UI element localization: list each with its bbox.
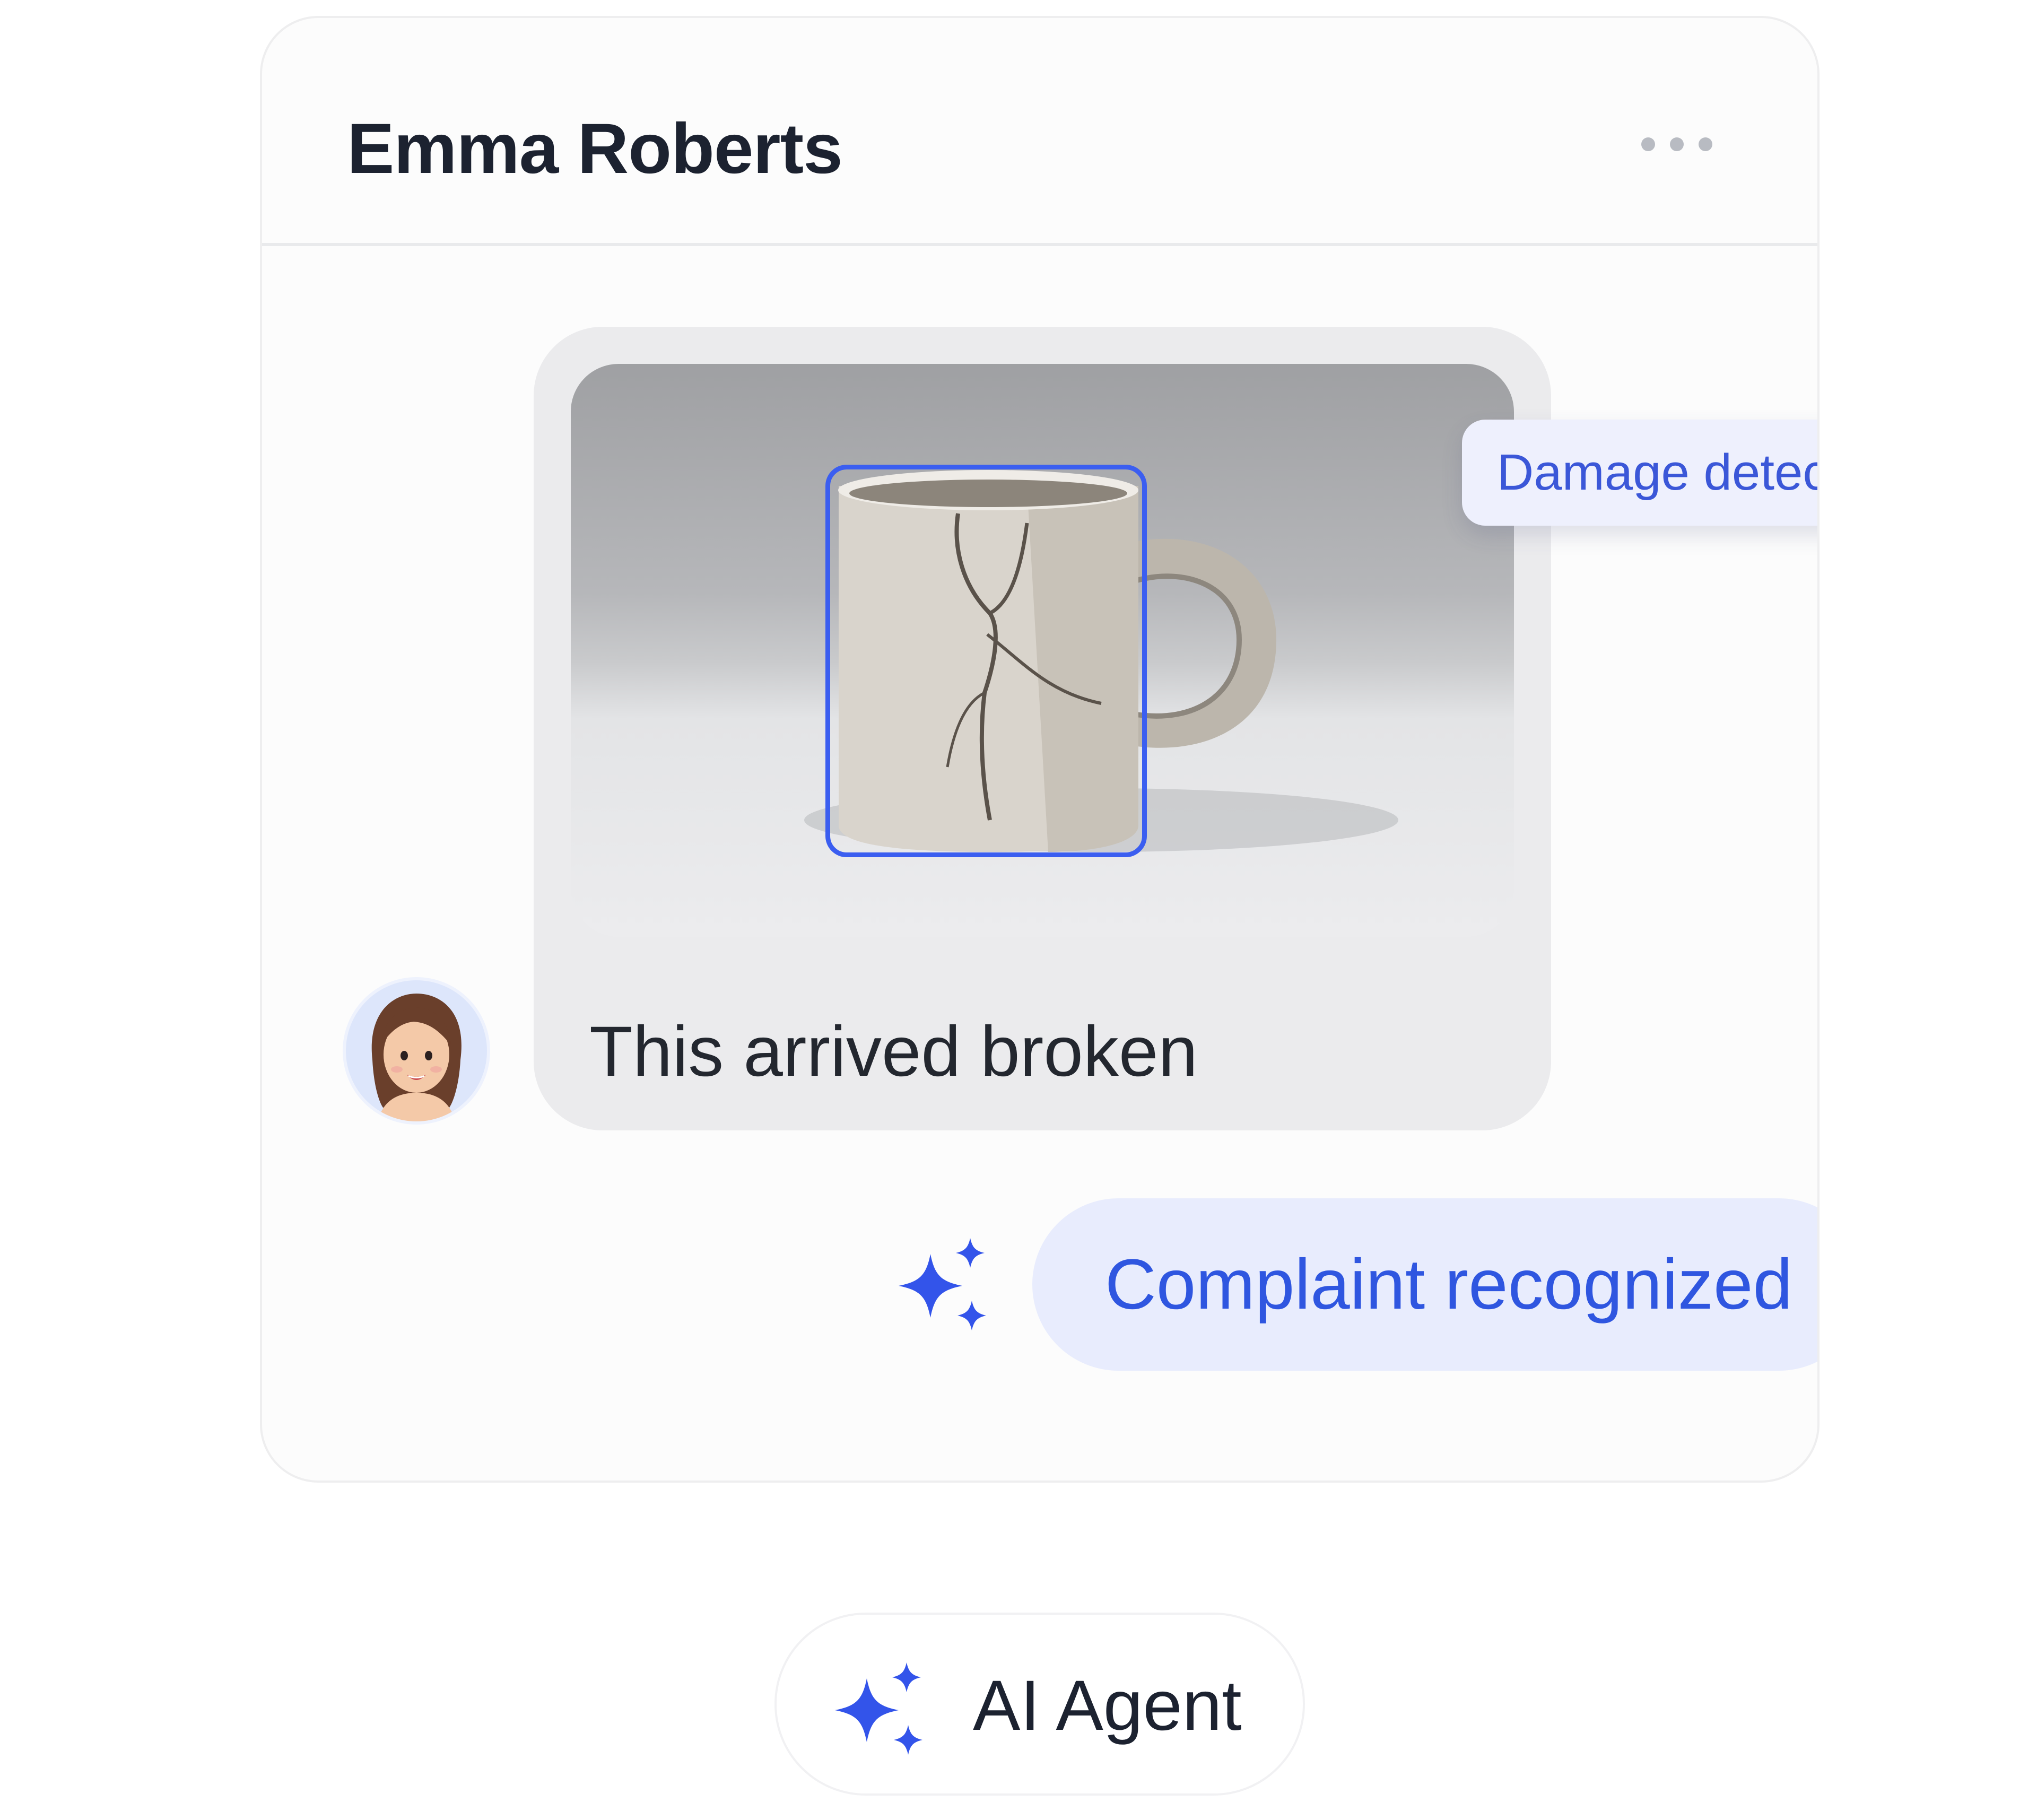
avatar — [343, 977, 490, 1125]
sparkles-icon — [893, 1238, 989, 1336]
message-bubble: Damage detected This arrived broken — [534, 327, 1817, 1130]
contact-name: Emma Roberts — [347, 109, 843, 188]
damage-highlight-box — [825, 465, 1147, 857]
more-options-icon[interactable] — [1641, 137, 1712, 151]
sparkles-icon — [830, 1662, 925, 1761]
attachment-image[interactable] — [571, 364, 1514, 937]
ai-agent-button[interactable]: AI Agent — [774, 1613, 1305, 1796]
message-text: This arrived broken — [589, 1012, 1198, 1091]
conversation-header: Emma Roberts — [262, 18, 1817, 246]
conversation-card: Emma Roberts Damage dete This arrived br… — [260, 16, 1820, 1483]
ai-agent-label: AI Agent — [973, 1666, 1242, 1745]
damage-detected-tag: Damage detected — [1462, 420, 1817, 526]
complaint-status-badge: Complaint recognized — [1032, 1198, 1817, 1371]
